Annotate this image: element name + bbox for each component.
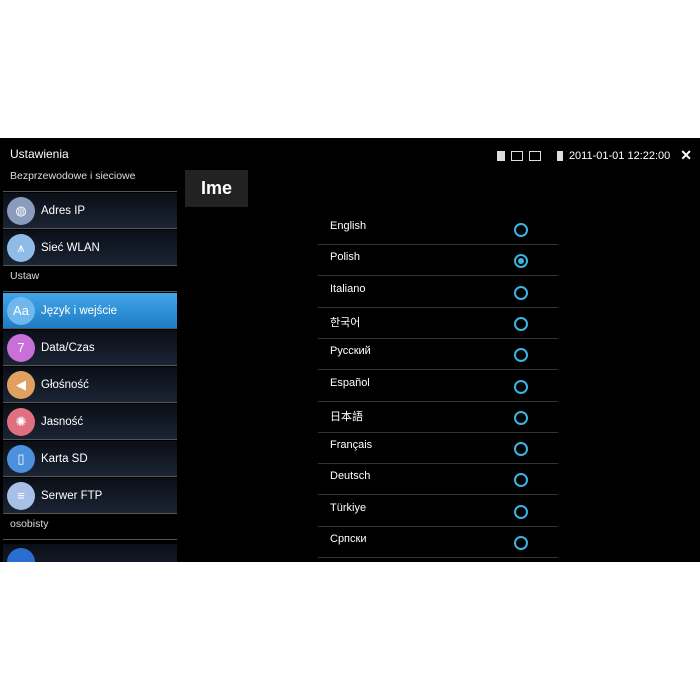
settings-screen: Ustawienia 2011-01-01 12:22:00 ✕ Bezprze… [0, 138, 700, 562]
sidebar-item-label: Jasność [41, 415, 84, 428]
sidebar-item-label: Serwer FTP [41, 489, 103, 502]
language-label: 日本語 [330, 410, 363, 423]
section-header: Bezprzewodowe i sieciowe [10, 170, 136, 182]
shortcut-icon [7, 547, 35, 562]
language-option[interactable]: 한국어 [318, 308, 558, 339]
sidebar-item[interactable]: ◍ Adres IP [3, 193, 177, 229]
section-header: Ustaw [10, 270, 40, 282]
sidebar-item[interactable] [3, 544, 177, 562]
language-option[interactable]: Türkiye [318, 496, 558, 527]
divider [3, 191, 177, 192]
sidebar-item-label: Sieć WLAN [41, 241, 100, 254]
radio-button[interactable] [514, 254, 528, 269]
language-option[interactable]: Српски [318, 527, 558, 558]
monitor-off-icon [510, 150, 523, 161]
ime-button[interactable]: Ime [185, 170, 248, 207]
radio-button[interactable] [514, 473, 528, 488]
radio-button[interactable] [514, 536, 528, 550]
close-icon[interactable]: ✕ [680, 147, 692, 164]
radio-button[interactable] [514, 223, 528, 237]
sd-card-icon: ▯ [7, 444, 35, 473]
language-label: Español [330, 376, 370, 389]
monitor-off-icon [528, 150, 541, 161]
sidebar-item[interactable]: ▯ Karta SD [3, 441, 177, 477]
language-label: Deutsch [330, 470, 371, 483]
calendar-icon: 7 [7, 333, 35, 362]
sidebar-item-label: Adres IP [41, 204, 86, 217]
language-label: Türkiye [330, 501, 367, 514]
language-label: English [330, 220, 367, 232]
radio-button[interactable] [514, 442, 528, 457]
status-bar: 2011-01-01 12:22:00 ✕ [496, 147, 692, 164]
radio-button[interactable] [514, 410, 528, 425]
section-header: osobisty [10, 518, 49, 530]
sidebar-item[interactable]: ≡ Serwer FTP [3, 478, 177, 514]
language-option[interactable]: English [318, 214, 558, 245]
globe-icon: ◍ [7, 196, 35, 225]
language-icon: Aa [7, 296, 35, 325]
language-label: 한국어 [330, 316, 361, 329]
language-label: Polish [330, 251, 360, 264]
language-label: Français [330, 439, 373, 452]
radio-button[interactable] [514, 348, 528, 363]
battery-icon [556, 150, 563, 161]
speaker-icon: ◀ [7, 370, 35, 399]
sidebar-item[interactable]: 7 Data/Czas [3, 330, 177, 366]
sidebar-item-label: Data/Czas [41, 341, 95, 354]
sidebar-item[interactable]: ◀ Głośność [3, 367, 177, 403]
sidebar-item-label: Karta SD [41, 452, 88, 465]
divider [3, 291, 177, 292]
sidebar: Bezprzewodowe i sieciowe ◍ Adres IP ⩚ Sieć W… [0, 138, 177, 562]
sidebar-item[interactable]: Aa Język i wejście [3, 293, 177, 329]
language-label: Српски [330, 533, 367, 545]
radio-button[interactable] [514, 316, 528, 331]
language-option[interactable]: Français [318, 433, 558, 465]
sidebar-item-label: Głośność [41, 378, 89, 391]
language-option[interactable]: Deutsch [318, 464, 558, 496]
sidebar-item[interactable]: ⩚ Sieć WLAN [3, 230, 177, 266]
antenna-icon: ⩚ [7, 233, 35, 262]
language-option[interactable]: Русский [318, 339, 558, 371]
language-label: Русский [330, 345, 371, 358]
radio-button[interactable] [514, 285, 528, 300]
datetime: 2011-01-01 12:22:00 [568, 149, 671, 162]
sidebar-item[interactable]: ✺ Jasność [3, 404, 177, 440]
language-option[interactable]: Español [318, 371, 558, 402]
server-icon: ≡ [7, 481, 35, 510]
language-option[interactable]: Italiano [318, 277, 558, 308]
radio-button[interactable] [514, 379, 528, 394]
bulb-icon: ✺ [7, 407, 35, 436]
sd-card-icon [496, 150, 505, 161]
sidebar-item-label: Język i wejście [41, 304, 118, 317]
language-option[interactable]: 日本語 [318, 402, 558, 433]
language-label: Italiano [330, 282, 366, 295]
divider [3, 539, 177, 540]
radio-button[interactable] [514, 504, 528, 519]
language-option[interactable]: Polish [318, 245, 558, 277]
